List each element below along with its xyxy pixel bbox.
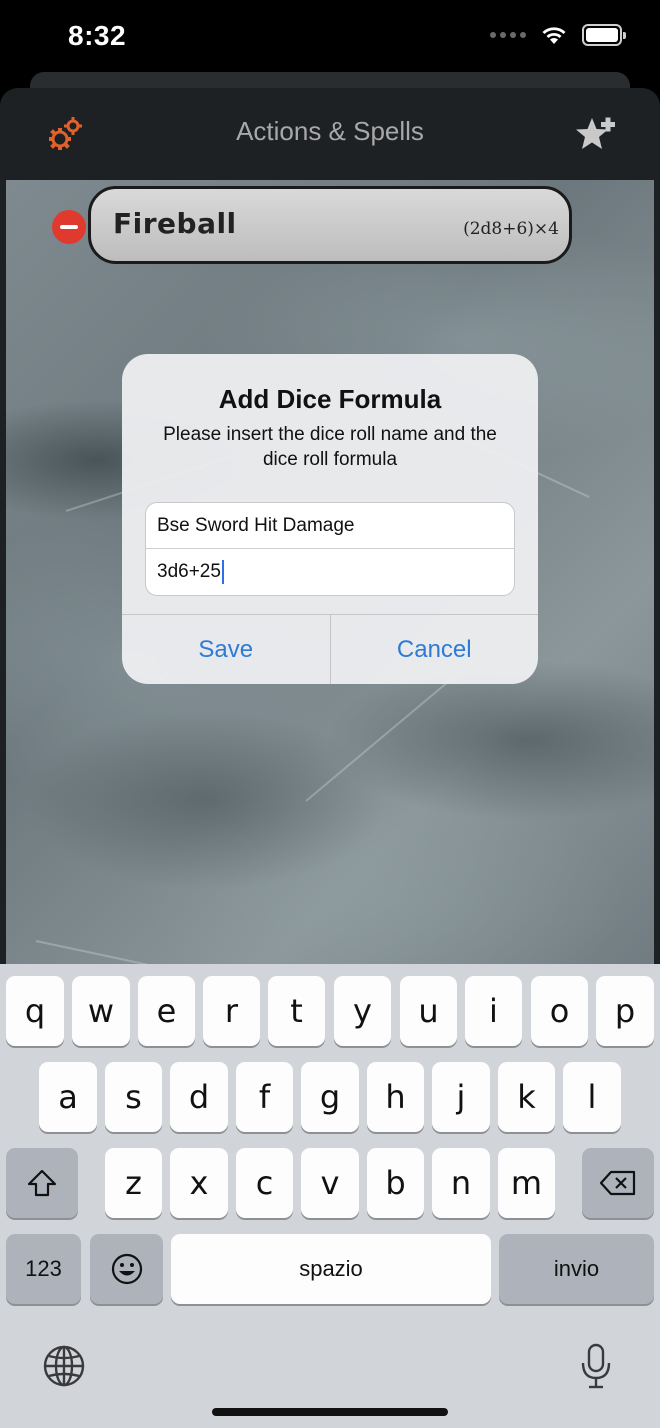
keyboard: q w e r t y u i o p a s d f g h j k l z … [0,964,660,1428]
key-y[interactable]: y [334,976,391,1046]
key-v[interactable]: v [301,1148,359,1218]
key-l[interactable]: l [563,1062,621,1132]
add-dice-formula-dialog: Add Dice Formula Please insert the dice … [122,354,538,684]
emoji-key[interactable] [90,1234,163,1304]
key-u[interactable]: u [400,976,457,1046]
spell-formula: (2d8+6)×4 [463,219,559,239]
space-key[interactable]: spazio [171,1234,491,1304]
return-key[interactable]: invio [499,1234,654,1304]
key-g[interactable]: g [301,1062,359,1132]
microphone-icon[interactable] [578,1342,614,1390]
status-time: 8:32 [68,20,127,51]
dialog-message: Please insert the dice roll name and the… [163,424,497,470]
key-j[interactable]: j [432,1062,490,1132]
emoji-icon [111,1253,142,1285]
dialog-title: Add Dice Formula [218,384,442,414]
roll-formula-field[interactable]: 3d6+25 [146,549,514,595]
spell-name: Fireball [113,207,237,240]
cellular-signal-icon [490,32,526,38]
key-c[interactable]: c [236,1148,293,1218]
key-n[interactable]: n [432,1148,490,1218]
roll-name-value: Bse Sword Hit Damage [157,515,355,536]
key-p[interactable]: p [596,976,654,1046]
key-h[interactable]: h [367,1062,424,1132]
status-bar: 8:32 [0,0,660,76]
key-s[interactable]: s [105,1062,162,1132]
key-k[interactable]: k [498,1062,555,1132]
text-caret [221,559,224,584]
roll-formula-value: 3d6+25 [157,561,221,582]
navigation-bar: Actions & Spells [0,88,660,180]
key-q[interactable]: q [6,976,64,1046]
key-d[interactable]: d [170,1062,228,1132]
key-a[interactable]: a [39,1062,97,1132]
key-f[interactable]: f [236,1062,293,1132]
key-e[interactable]: e [138,976,195,1046]
cancel-button[interactable]: Cancel [331,615,539,684]
key-o[interactable]: o [531,976,588,1046]
dialog-buttons: Save Cancel [122,614,538,684]
key-m[interactable]: m [498,1148,555,1218]
home-indicator[interactable] [212,1408,448,1416]
wifi-icon [542,27,566,44]
delete-spell-button[interactable] [52,210,86,244]
key-x[interactable]: x [170,1148,228,1218]
roll-name-field[interactable]: Bse Sword Hit Damage [146,503,514,549]
shift-arrow-icon [27,1169,57,1197]
numbers-key[interactable]: 123 [6,1234,81,1304]
star-plus-icon[interactable] [574,112,618,156]
globe-icon[interactable] [42,1344,86,1388]
backspace-icon [599,1170,636,1196]
dialog-fields: Bse Sword Hit Damage 3d6+25 [145,502,515,596]
backspace-key[interactable] [582,1148,654,1218]
key-w[interactable]: w [72,976,130,1046]
key-t[interactable]: t [268,976,325,1046]
spell-row[interactable]: Fireball (2d8+6)×4 [88,186,572,264]
key-z[interactable]: z [105,1148,162,1218]
key-b[interactable]: b [367,1148,424,1218]
save-button[interactable]: Save [122,615,331,684]
battery-icon [582,24,626,46]
key-i[interactable]: i [465,976,522,1046]
page-title: Actions & Spells [236,116,424,146]
key-r[interactable]: r [203,976,260,1046]
status-icons [490,24,626,46]
shift-key[interactable] [6,1148,78,1218]
